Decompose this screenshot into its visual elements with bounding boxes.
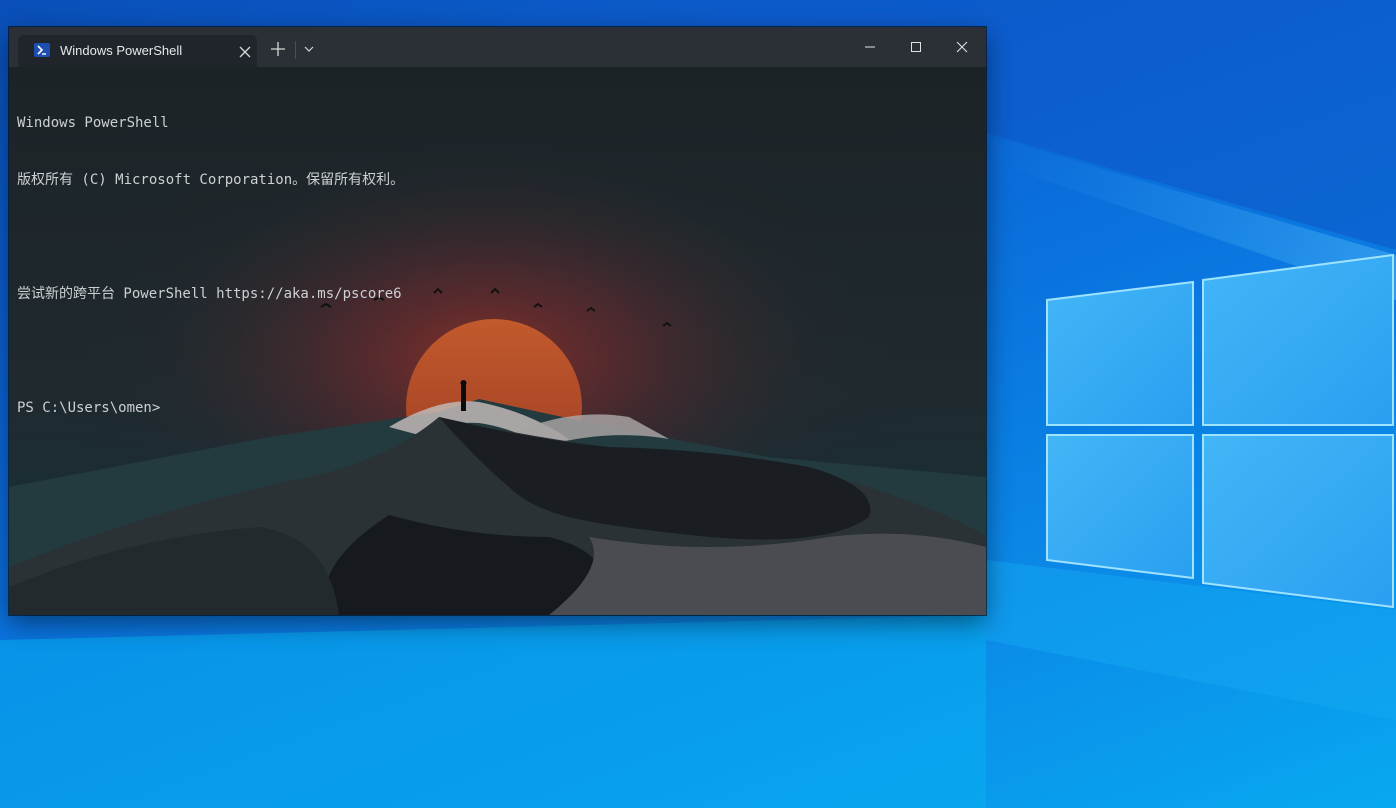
powershell-icon [34,43,50,57]
close-icon[interactable] [947,35,977,59]
divider [295,41,296,59]
console-line: 版权所有 (C) Microsoft Corporation。保留所有权利。 [17,172,405,188]
terminal-content[interactable]: Windows PowerShell 版权所有 (C) Microsoft Co… [9,67,986,615]
chevron-down-icon[interactable] [301,41,317,57]
console-line: Windows PowerShell [17,115,169,131]
console-line: 尝试新的跨平台 PowerShell https://aka.ms/pscore… [17,286,402,302]
title-bar[interactable]: Windows PowerShell [9,27,986,67]
close-icon[interactable] [236,43,254,61]
terminal-window[interactable]: Windows PowerShell Windows PowerShell 版权… [9,27,986,615]
minimize-icon[interactable] [855,35,885,59]
tab-windows-powershell[interactable]: Windows PowerShell [18,35,257,67]
maximize-icon[interactable] [901,35,931,59]
command-prompt[interactable]: PS C:\Users\omen> [17,399,404,418]
tab-title: Windows PowerShell [60,43,183,58]
console-output[interactable]: Windows PowerShell 版权所有 (C) Microsoft Co… [17,76,404,456]
plus-icon[interactable] [269,40,287,58]
